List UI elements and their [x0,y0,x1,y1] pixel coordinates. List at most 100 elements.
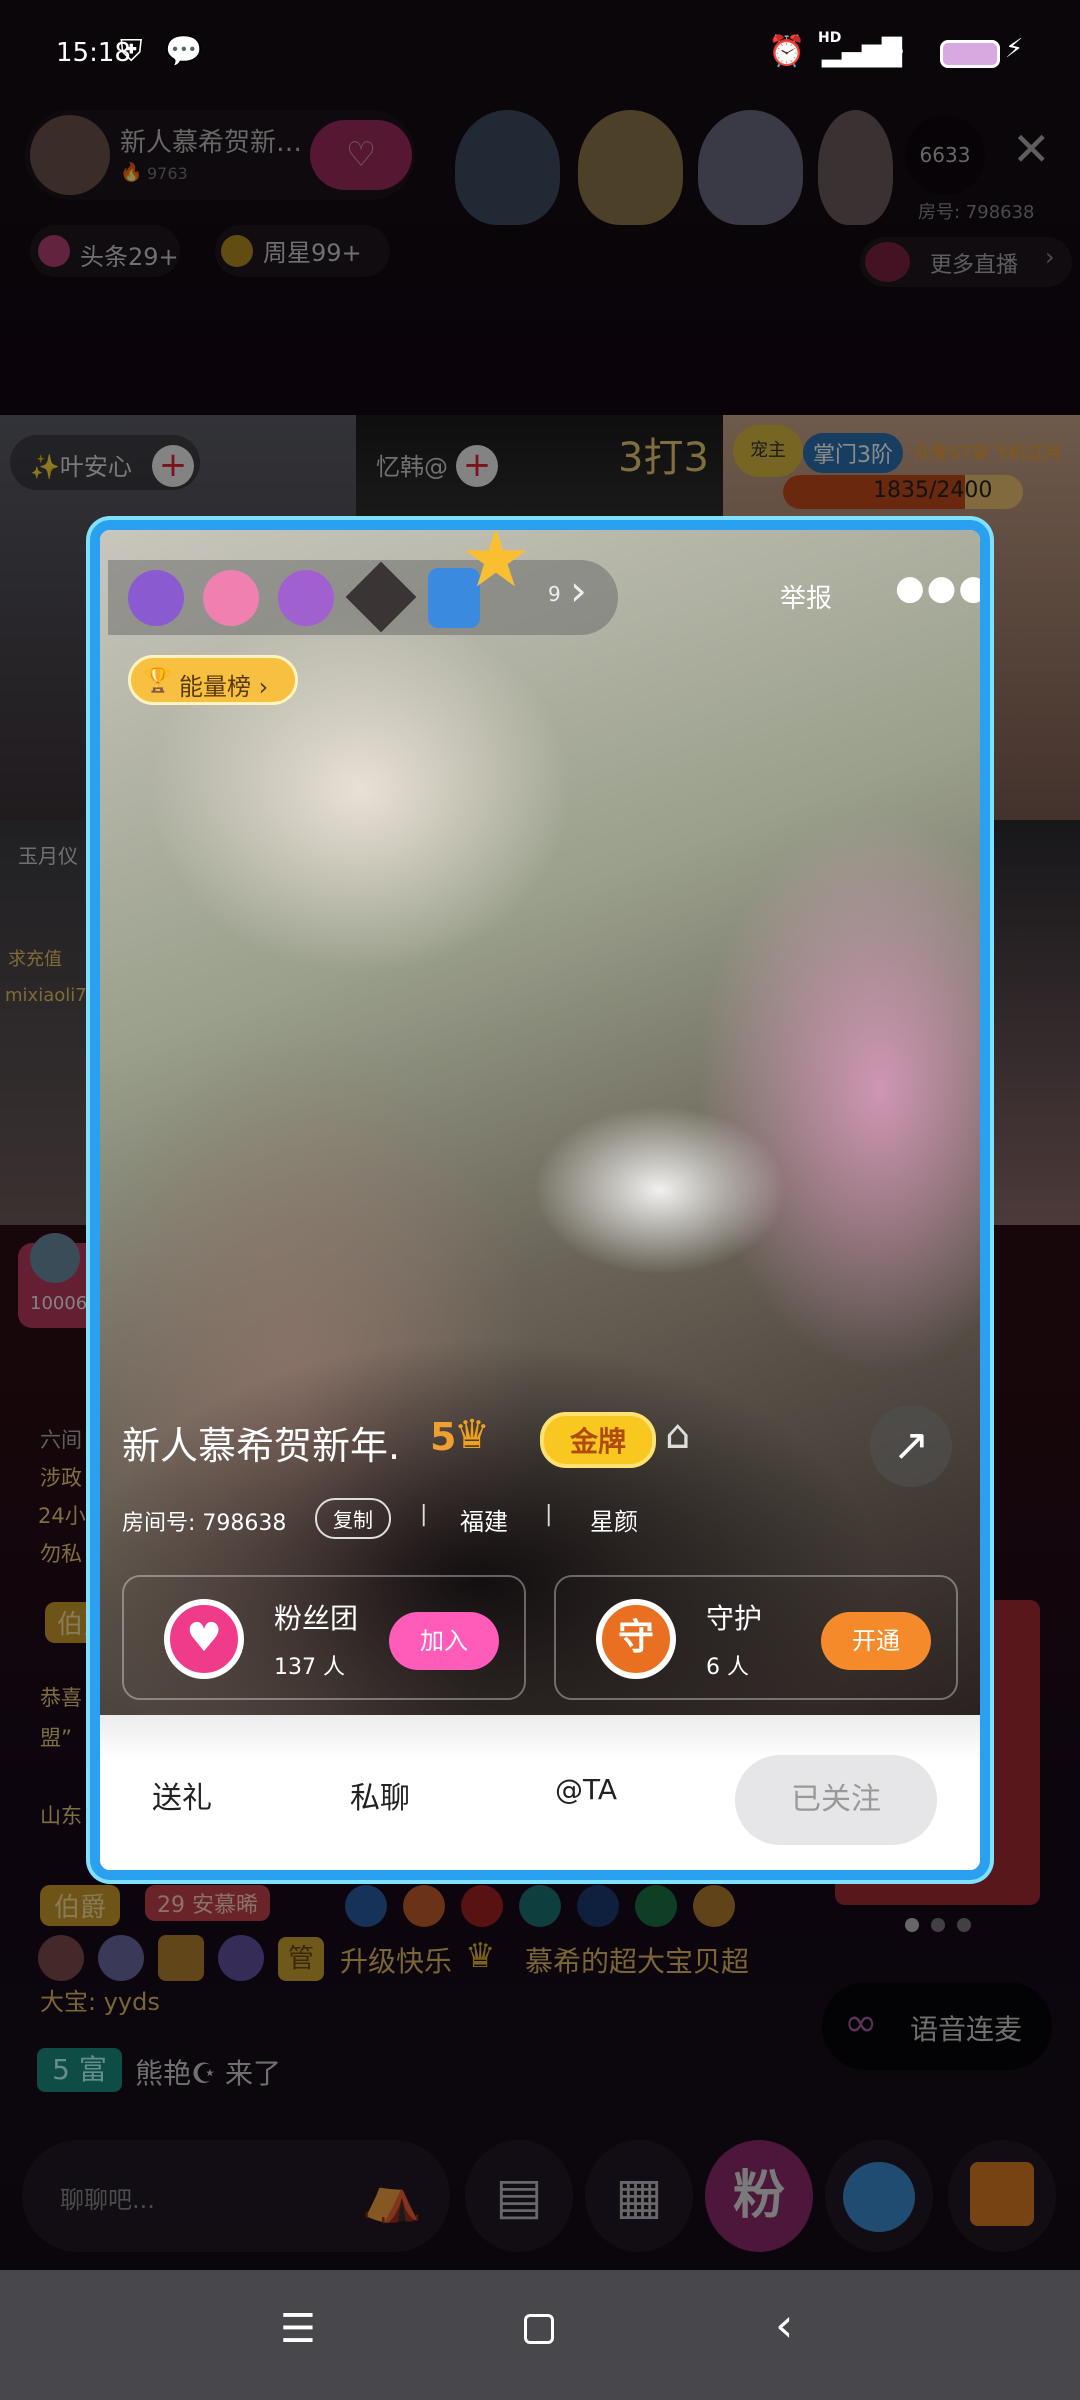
streamer-avatar[interactable] [30,115,110,195]
wealth-level-badge: 5 富 [37,2048,122,2092]
chat-text: 勿私 [40,1542,82,1566]
energy-rank-button[interactable]: 🏆 能量榜 › [128,655,298,705]
guard-count: 6 人 [706,1655,749,1680]
tile-streamer-name: 玉月仪 [18,844,78,868]
manager-badge: 管 [278,1937,324,1981]
tag-label: 周星99+ [263,239,362,267]
tile-follow-plus-icon[interactable]: + [456,445,498,487]
star-icon [221,235,253,267]
comment-button[interactable]: ▤ [465,2140,573,2252]
room-number: 房号: 798638 [918,202,1035,223]
chat-input[interactable]: 聊聊吧... ⛺ [22,2140,450,2252]
top-viewer-3[interactable] [698,110,803,225]
badge-strip[interactable]: 9 › [108,560,618,635]
fans-heart-icon: ♥ [164,1599,244,1679]
entry-message: 熊艳☪ 来了 [135,2057,282,2090]
open-guard-button[interactable]: 开通 [821,1612,931,1670]
chevron-right-icon: › [570,566,587,615]
link-icon: ∞ [844,2000,878,2046]
medal-icon [98,1935,144,1981]
medal-icon [345,1885,387,1927]
badge-icon [203,570,259,626]
badge-count: 9 [548,582,561,606]
gift-button[interactable] [948,2140,1056,2252]
home-nav-icon[interactable] [524,2314,554,2344]
voice-link-button[interactable]: ∞ 语音连麦 [822,1982,1052,2070]
chat-text: 恭喜 [40,1686,82,1710]
share-button[interactable]: ↗ [870,1405,952,1487]
live-tile-5[interactable] [980,820,1080,1225]
viewer-count[interactable]: 6633 [905,115,985,195]
followed-button[interactable]: 已关注 [735,1755,937,1845]
guard-box[interactable]: 守 守护 6 人 开通 [554,1575,958,1700]
guard-icon: 守 [596,1599,676,1679]
chat-message-text: 升级快乐 [340,1945,453,1978]
more-apps-button[interactable]: ▦ [585,2140,693,2252]
close-icon[interactable]: ✕ [1012,122,1051,176]
heat-count: 9763 [147,164,188,183]
medal-icon [577,1885,619,1927]
medal-icon [635,1885,677,1927]
noble-badge: 伯爵 [40,1885,121,1926]
badge-icon [345,561,417,633]
sofa-icon[interactable]: ⛺ [362,2168,422,2225]
streamer-profile-card: 9 › ★ 举报 ●●● 🏆 能量榜 › 新人慕希贺新年. 5 ♛ 金牌 ⌂ ↗… [90,520,990,1880]
tile-tag: 求充值 [8,949,62,970]
join-fans-button[interactable]: 加入 [389,1612,499,1670]
menu-icon[interactable]: ☰ [280,2306,316,2352]
fire-icon: 🔥 [120,162,143,183]
more-live-label: 更多直播 [930,253,1019,278]
streamer-photo [100,530,980,1715]
tile-host-badge: 宠主 [733,425,803,477]
report-button[interactable]: 举报 [780,578,832,615]
tag-weekly-star[interactable]: 周星99+ [215,225,390,277]
top-viewer-2[interactable] [578,110,683,225]
fan-badge-level: 29 [157,1893,185,1918]
top-viewer-1[interactable] [455,110,560,225]
mention-button[interactable]: @TA [555,1773,617,1806]
tile-follow-plus-icon[interactable]: + [152,445,194,487]
medal-icons-row2 [38,1935,264,1981]
tile-banner: 众筹57架飞机过月 [913,443,1062,464]
chat-message-text: 慕希的超大宝贝超 [525,1945,750,1978]
tile-streamer-name: ✨叶安心 [30,453,132,481]
home-icon[interactable]: ⌂ [665,1412,690,1458]
fans-button[interactable]: 粉 [705,2140,813,2252]
wechat-icon: 💬 [165,34,203,69]
tile-rank: 掌门3阶 [803,433,903,473]
game-controller-icon [843,2162,915,2232]
tag-headline[interactable]: 头条29+ [30,225,180,277]
medal-icon [693,1885,735,1927]
alarm-icon: ⏰ [768,34,806,69]
trophy-icon: 🏆 [143,666,173,694]
more-options-icon[interactable]: ●●● [895,568,980,608]
star-wings-ornament: ★ [460,520,532,605]
gold-medal-badge: 金牌 [540,1412,657,1468]
chat-text: 山东 [40,1804,82,1828]
streamer-name: 新人慕希贺新… [120,128,303,158]
chat-text: 六间 [40,1428,82,1452]
dot [957,1918,971,1932]
copy-button[interactable]: 复制 [315,1498,391,1539]
medal-icons [345,1885,735,1927]
medal-icon [158,1935,204,1981]
fans-club-box[interactable]: ♥ 粉丝团 137 人 加入 [122,1575,526,1700]
back-icon[interactable]: ‹ [775,2298,793,2352]
user-card-id: 10006 [30,1293,88,1314]
chevron-right-icon: › [1045,243,1055,271]
fans-club-title: 粉丝团 [274,1602,359,1635]
tag-label: 头条29+ [80,243,179,271]
gift-icon [970,2162,1034,2226]
voice-link-label: 语音连麦 [910,2013,1023,2046]
send-gift-button[interactable]: 送礼 [152,1773,212,1817]
navigation-bar: ☰ ‹ [0,2270,1080,2400]
chat-text: 涉政 [40,1466,82,1490]
private-chat-button[interactable]: 私聊 [350,1773,410,1817]
fan-badge: 29 安慕晞 [145,1885,271,1921]
top-viewer-4[interactable] [818,110,893,225]
game-button[interactable] [825,2140,933,2252]
live-tile-4[interactable]: 玉月仪 求充值 mixiaoli7 [0,820,90,1225]
more-live-button[interactable]: 更多直播 › [860,237,1072,287]
follow-button[interactable]: ♡ [310,120,412,190]
category: 星颜 [590,1508,638,1536]
